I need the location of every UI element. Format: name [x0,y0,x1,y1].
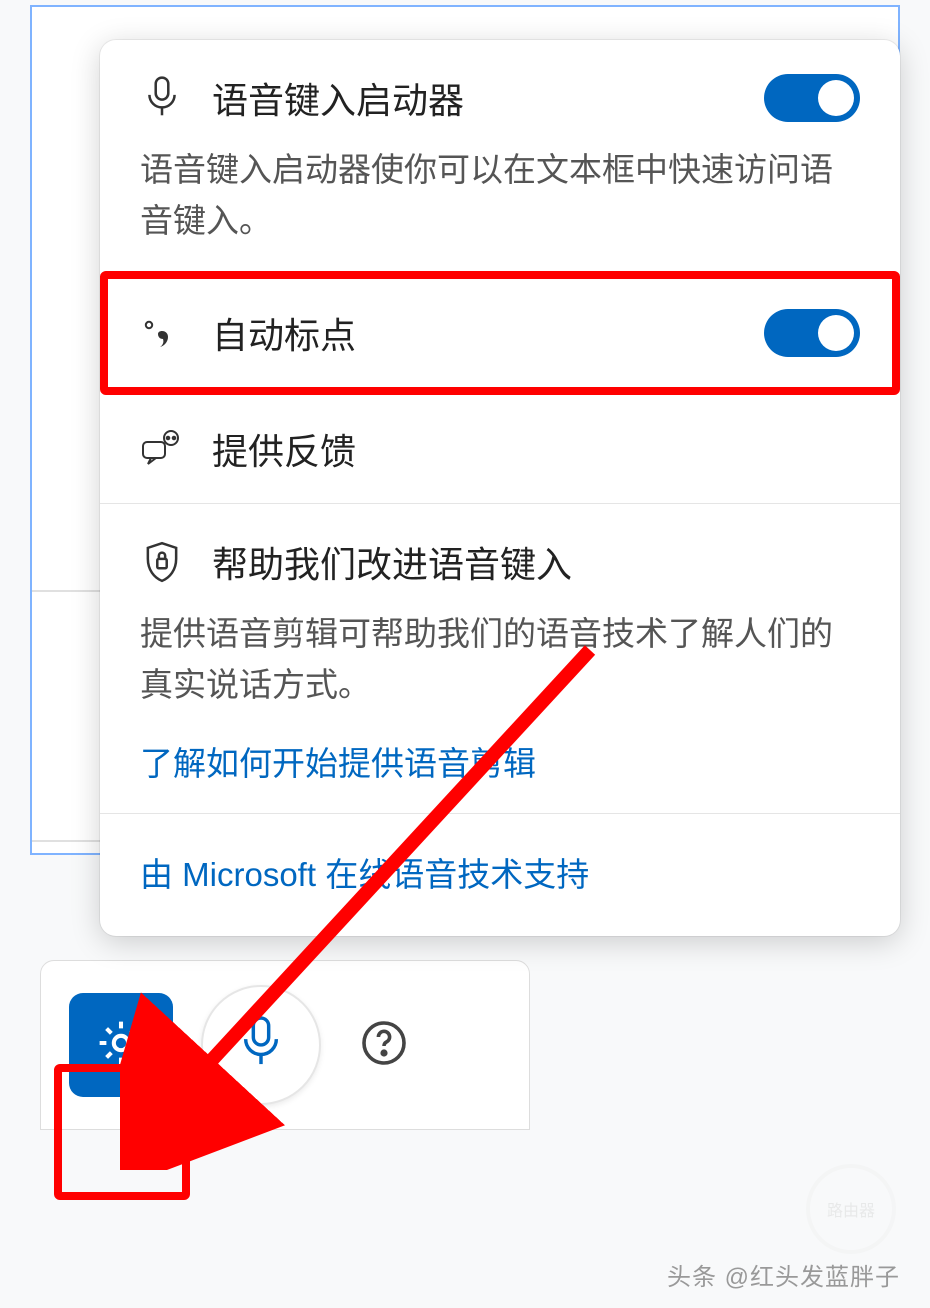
setting-auto-punctuation: 自动标点 [100,271,900,395]
annotation-highlight-settings [54,1064,190,1200]
setting-description: 语音键入启动器使你可以在文本框中快速访问语音键入。 [140,144,860,246]
bg-rule [32,590,102,592]
auto-punctuation-toggle[interactable] [764,309,860,357]
setting-title: 提供反馈 [212,423,860,475]
powered-by-text: 由 Microsoft 在线语音技术支持 [100,814,900,936]
shield-lock-icon [140,540,184,584]
setting-title: 自动标点 [212,307,736,359]
voice-launcher-toggle[interactable] [764,74,860,122]
help-button[interactable] [349,1010,419,1080]
setting-improve-voice: 帮助我们改进语音键入 提供语音剪辑可帮助我们的语音技术了解人们的真实说话方式。 … [100,504,900,813]
bg-rule [32,840,102,842]
voice-typing-settings-panel: 语音键入启动器 语音键入启动器使你可以在文本框中快速访问语音键入。 自动标点 [100,40,900,936]
watermark-badge: 路由器 [806,1164,896,1254]
setting-description: 提供语音剪辑可帮助我们的语音技术了解人们的真实说话方式。 [140,608,860,710]
image-credit: 头条 @红头发蓝胖子 [667,1257,900,1292]
microphone-icon [140,76,184,120]
feedback-icon [140,427,184,471]
setting-title: 帮助我们改进语音键入 [212,536,860,588]
setting-title: 语音键入启动器 [212,72,736,124]
punctuation-icon [140,311,184,355]
microphone-button[interactable] [201,985,321,1105]
learn-more-link[interactable]: 了解如何开始提供语音剪辑 [140,737,860,785]
microphone-icon [238,1015,284,1076]
setting-feedback[interactable]: 提供反馈 [100,391,900,504]
help-icon [360,1019,408,1072]
setting-voice-launcher: 语音键入启动器 语音键入启动器使你可以在文本框中快速访问语音键入。 [100,40,900,275]
